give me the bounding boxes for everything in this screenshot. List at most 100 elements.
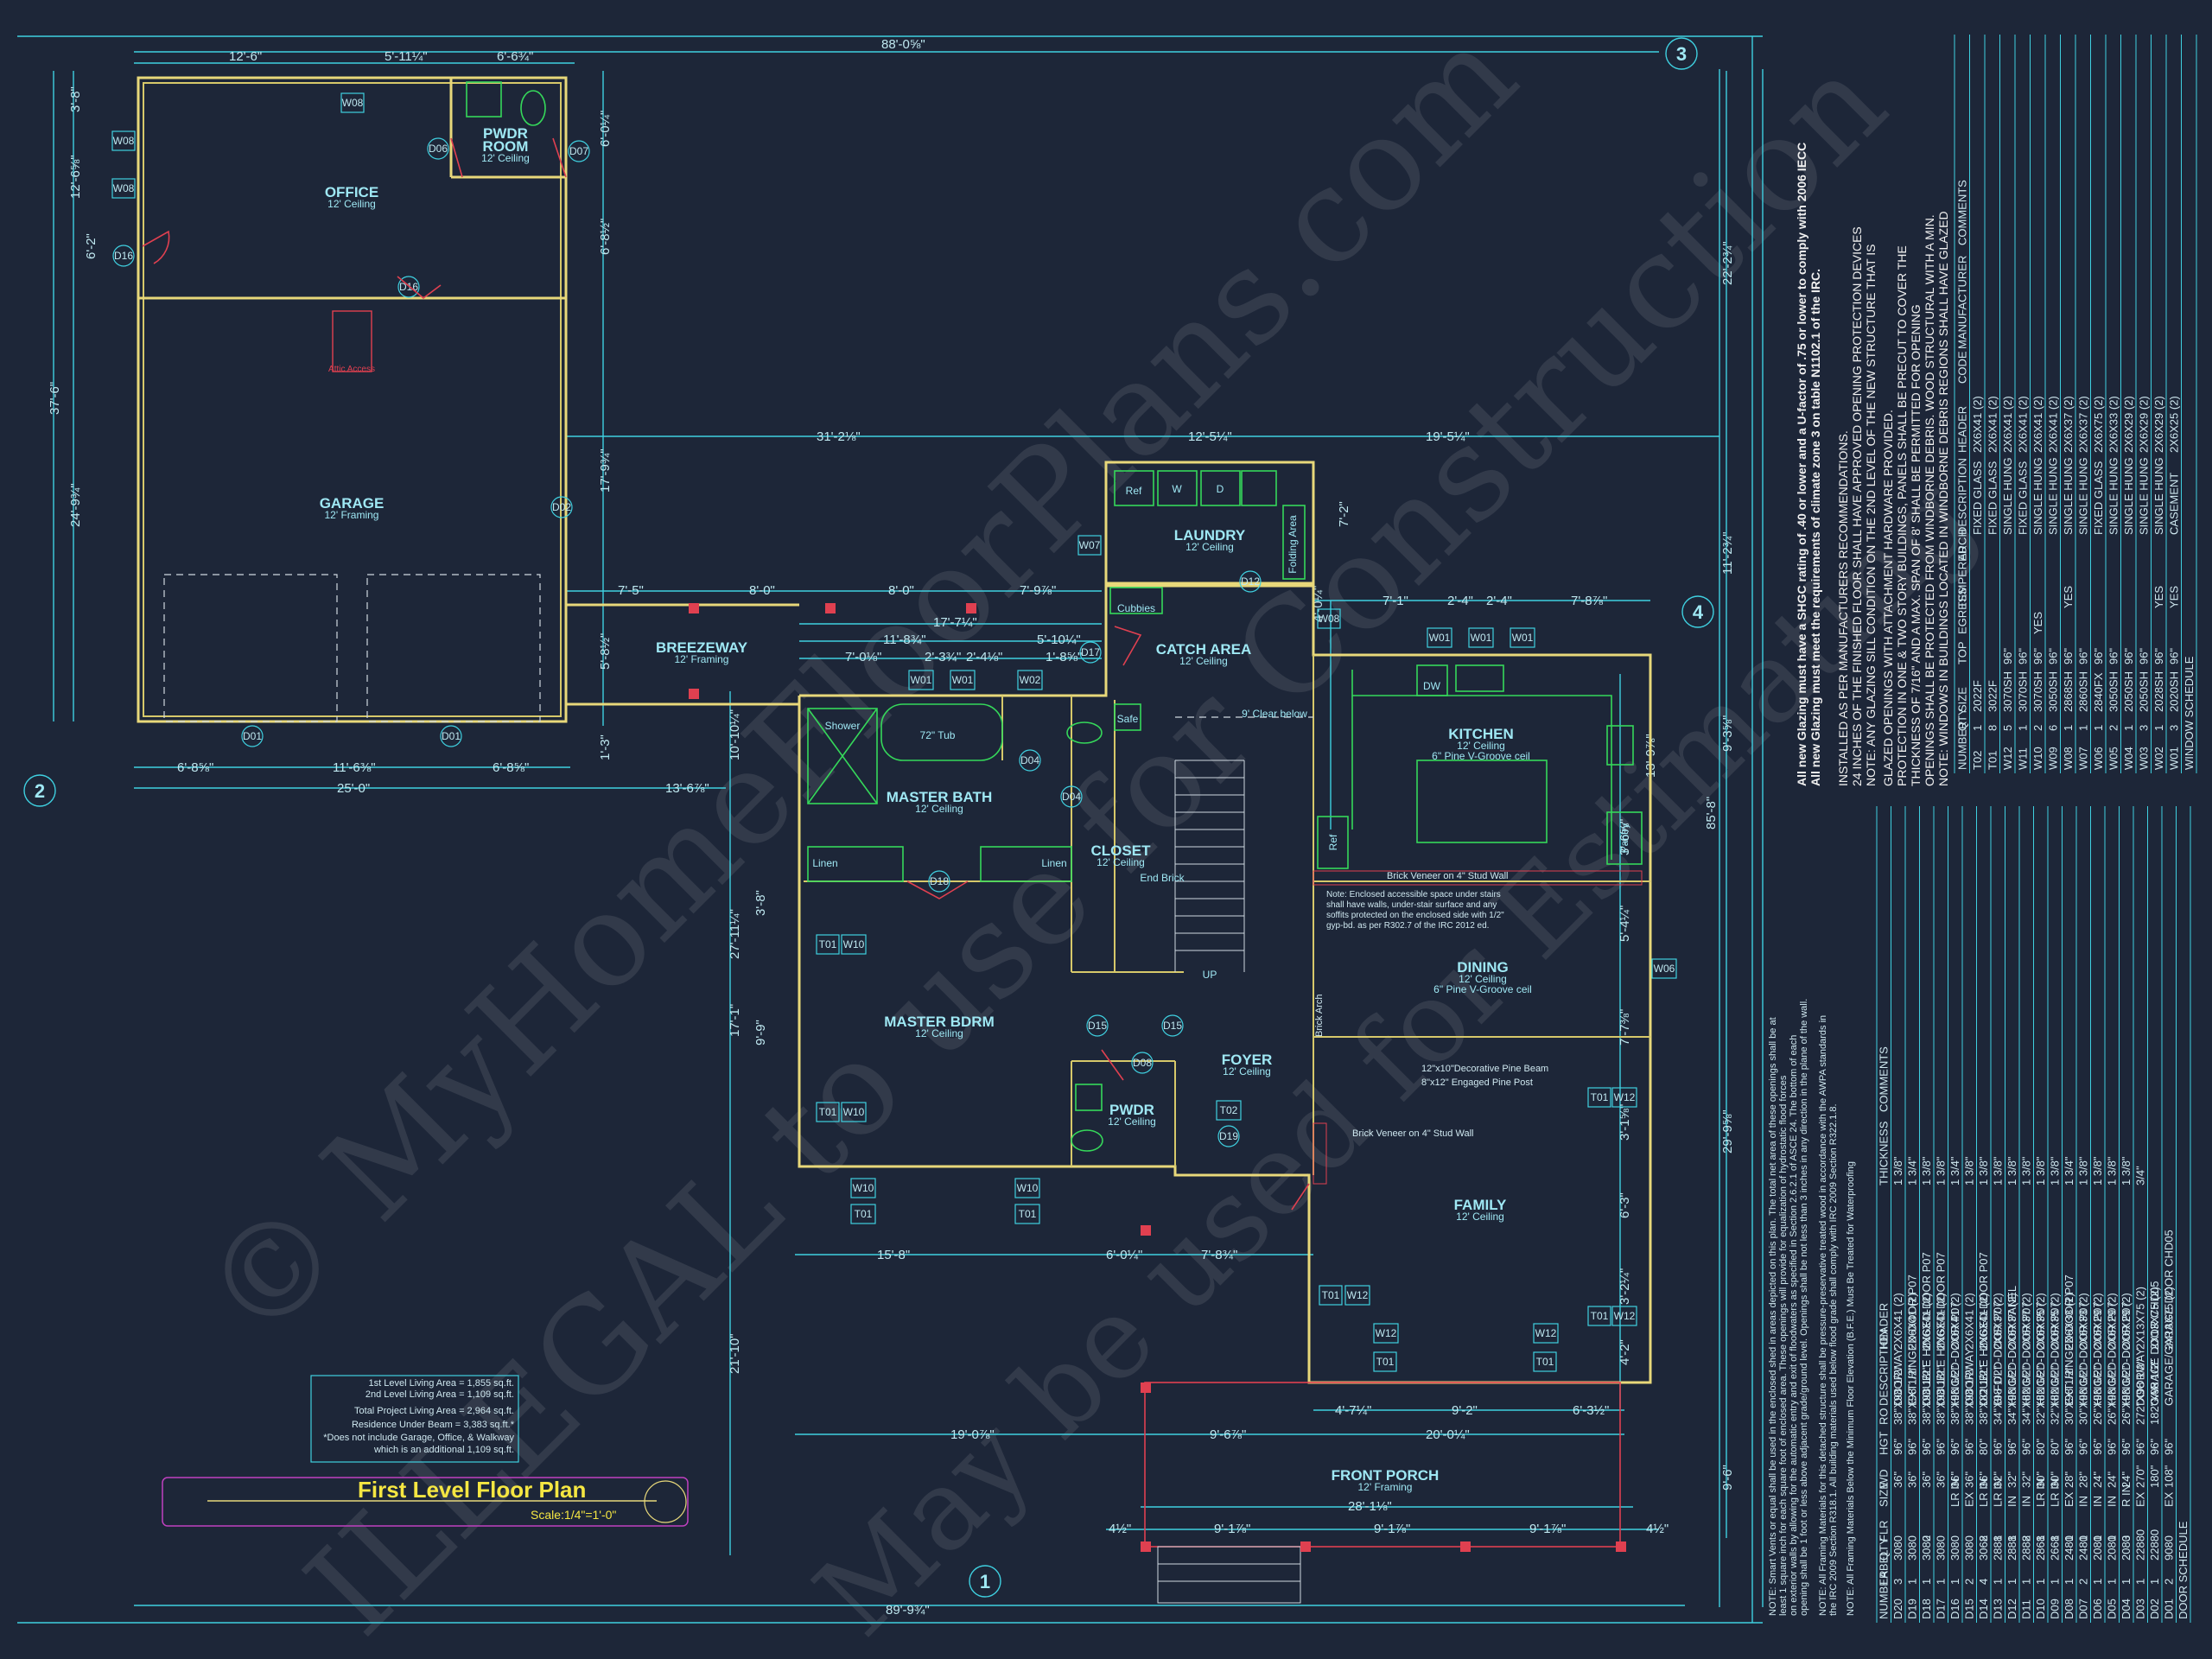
schedule-cell: 1 3/8" bbox=[2106, 1156, 2119, 1185]
svg-text:D02: D02 bbox=[552, 501, 571, 513]
svg-text:Shower: Shower bbox=[825, 720, 861, 732]
schedule-cell: 1 bbox=[2106, 1535, 2119, 1541]
svg-text:15'-8": 15'-8" bbox=[877, 1248, 910, 1262]
schedule-cell: 32" bbox=[2020, 1471, 2033, 1488]
schedule-cell: SINGLE HUNG bbox=[2077, 457, 2090, 535]
schedule-header-cell: COMMENTS bbox=[1956, 180, 1969, 245]
tag-d08: D08 bbox=[1131, 1052, 1154, 1074]
schedule-cell: 36" bbox=[1935, 1471, 1948, 1488]
svg-text:W06: W06 bbox=[1654, 963, 1675, 975]
schedule-cell: D18 bbox=[1920, 1599, 1933, 1619]
schedule-cell: 2X6X37 (2) bbox=[2020, 1293, 2033, 1350]
schedule-cell: 1 3/4" bbox=[2063, 1156, 2075, 1185]
schedule-cell: 96" bbox=[1920, 1439, 1933, 1455]
schedule-cell: 2X6X37 (2) bbox=[2062, 396, 2075, 453]
tag-d01b: D01 bbox=[440, 725, 462, 747]
svg-text:D16: D16 bbox=[114, 250, 133, 262]
schedule-cell: EX bbox=[2134, 1491, 2147, 1507]
schedule-cell: 2028SH bbox=[2152, 671, 2165, 712]
schedule-cell: 1 bbox=[2134, 1579, 2147, 1585]
svg-text:12'-5¼": 12'-5¼" bbox=[1188, 429, 1232, 444]
schedule-cell: FIXED GLASS bbox=[2017, 461, 2030, 535]
tag-w08: W08 bbox=[340, 92, 365, 113]
schedule-cell: 1 bbox=[2005, 1535, 2018, 1541]
tag-t01d: T01 bbox=[1014, 1204, 1040, 1224]
tag-d18: D18 bbox=[928, 870, 950, 893]
schedule-cell: 1 3/8" bbox=[2091, 1156, 2104, 1185]
tag-w12c: W12 bbox=[1611, 1306, 1637, 1326]
svg-text:9'-1⅞": 9'-1⅞" bbox=[1529, 1522, 1566, 1536]
schedule-cell: 3022F bbox=[1986, 680, 1999, 712]
svg-text:T01: T01 bbox=[1591, 1310, 1609, 1322]
schedule-cell: 96" bbox=[2031, 648, 2044, 664]
svg-text:17'-1": 17'-1" bbox=[728, 1004, 742, 1037]
schedule-cell: 2X6X37 (2) bbox=[1992, 1293, 2005, 1350]
schedule-cell: YES bbox=[2168, 586, 2181, 608]
schedule-header-cell: SIZE bbox=[1956, 687, 1969, 712]
schedule-cell: SINGLE HUNG bbox=[2107, 457, 2120, 535]
svg-text:T01: T01 bbox=[819, 1106, 837, 1118]
schedule-cell: 96" bbox=[2138, 648, 2151, 664]
schedule-cell: 96" bbox=[2134, 1439, 2147, 1455]
tag-w12b: W12 bbox=[1344, 1285, 1370, 1306]
window-schedule: NUMBERQTYSIZETOPEGRESSTEMPEREDARCHDESCRI… bbox=[1954, 35, 2197, 773]
svg-text:T01: T01 bbox=[1591, 1091, 1609, 1103]
schedule-cell: 2X6X35 (2) bbox=[2034, 1293, 2047, 1350]
svg-text:24 INCHES OF THE FINISHED FLOO: 24 INCHES OF THE FINISHED FLOOR SHALL HA… bbox=[1850, 226, 1864, 786]
door-schedule: NUMBERLABELQTYFLRSIZEWDHGTRODESCRIPTIONH… bbox=[1876, 806, 2191, 1623]
svg-text:INSTALLED AS PER MANUFACTURERS: INSTALLED AS PER MANUFACTURERS RECOMMEND… bbox=[1836, 430, 1850, 786]
schedule-cell: 1 bbox=[2049, 1579, 2062, 1585]
svg-text:W01: W01 bbox=[911, 674, 932, 686]
schedule-cell: D11 bbox=[2020, 1599, 2033, 1619]
schedule-cell: W04 bbox=[2122, 747, 2135, 770]
schedule-header-cell: RO bbox=[1878, 1408, 1891, 1426]
schedule-cell: 2X6X41 (2) bbox=[1977, 1293, 1990, 1350]
svg-text:W07: W07 bbox=[1079, 539, 1101, 551]
svg-text:9'-1⅞": 9'-1⅞" bbox=[1374, 1522, 1410, 1536]
schedule-cell: D20 bbox=[1891, 1599, 1904, 1619]
svg-text:12' Ceiling: 12' Ceiling bbox=[481, 152, 530, 164]
svg-text:6'-0¼": 6'-0¼" bbox=[598, 111, 613, 147]
svg-text:Safe: Safe bbox=[1117, 713, 1139, 725]
tag-w01e: W01 bbox=[1510, 627, 1535, 648]
schedule-cell: 2 bbox=[2163, 1579, 2176, 1585]
svg-text:11'-2¾": 11'-2¾" bbox=[1720, 531, 1735, 575]
schedule-cell: SINGLE HUNG bbox=[2001, 457, 2014, 535]
schedule-cell: 2X6X33 (2) bbox=[2107, 396, 2120, 453]
svg-text:W12: W12 bbox=[1535, 1327, 1557, 1339]
schedule-cell: 3080 bbox=[1935, 1535, 1948, 1560]
schedule-cell: IN bbox=[2091, 1496, 2104, 1507]
svg-text:12' Ceiling: 12' Ceiling bbox=[327, 198, 376, 210]
svg-text:Ref: Ref bbox=[1126, 485, 1142, 497]
schedule-cell: 2X13X75 (2) bbox=[2163, 1287, 2176, 1350]
schedule-cell: 22880 bbox=[2148, 1529, 2161, 1560]
schedule-cell: 1 3/8" bbox=[2005, 1156, 2018, 1185]
svg-text:T01: T01 bbox=[819, 938, 837, 950]
svg-text:T01: T01 bbox=[855, 1208, 873, 1220]
schedule-cell: 22880 bbox=[2134, 1529, 2147, 1560]
tag-w10a: W10 bbox=[841, 934, 867, 955]
tag-t01a: T01 bbox=[816, 934, 840, 955]
schedule-cell: 30" bbox=[2034, 1471, 2047, 1488]
svg-text:D04: D04 bbox=[1062, 791, 1081, 803]
schedule-cell: 1 bbox=[2034, 1535, 2047, 1541]
schedule-cell: 96" bbox=[2005, 1439, 2018, 1455]
schedule-cell: 1 3/8" bbox=[1920, 1156, 1933, 1185]
schedule-cell: 6 bbox=[2047, 725, 2060, 731]
schedule-header-cell: COMMENTS bbox=[1878, 1046, 1891, 1112]
schedule-cell: 2X6X33 (2) bbox=[2063, 1293, 2075, 1350]
schedule-cell: 3/4" bbox=[2134, 1166, 2147, 1185]
schedule-cell: WINDOW SCHEDULE bbox=[2183, 656, 2196, 770]
schedule-cell: 1 bbox=[2063, 1535, 2075, 1541]
room-labels: OFFICE 12' Ceiling PWDR ROOM 12' Ceiling… bbox=[320, 125, 1532, 1493]
schedule-cell: SINGLE HUNG bbox=[2122, 457, 2135, 535]
tag-t01f: T01 bbox=[1319, 1285, 1343, 1306]
svg-text:4'-2": 4'-2" bbox=[1618, 1339, 1632, 1365]
tag-w10c: W10 bbox=[850, 1178, 876, 1198]
schedule-cell: D09 bbox=[2049, 1599, 2062, 1619]
schedule-cell: 1 3/8" bbox=[1963, 1156, 1976, 1185]
svg-text:11'-6⅜": 11'-6⅜" bbox=[333, 760, 376, 775]
schedule-cell: 96" bbox=[2106, 1439, 2119, 1455]
tag-t02: T02 bbox=[1216, 1100, 1242, 1121]
tag-t01e: T01 bbox=[1587, 1087, 1611, 1108]
